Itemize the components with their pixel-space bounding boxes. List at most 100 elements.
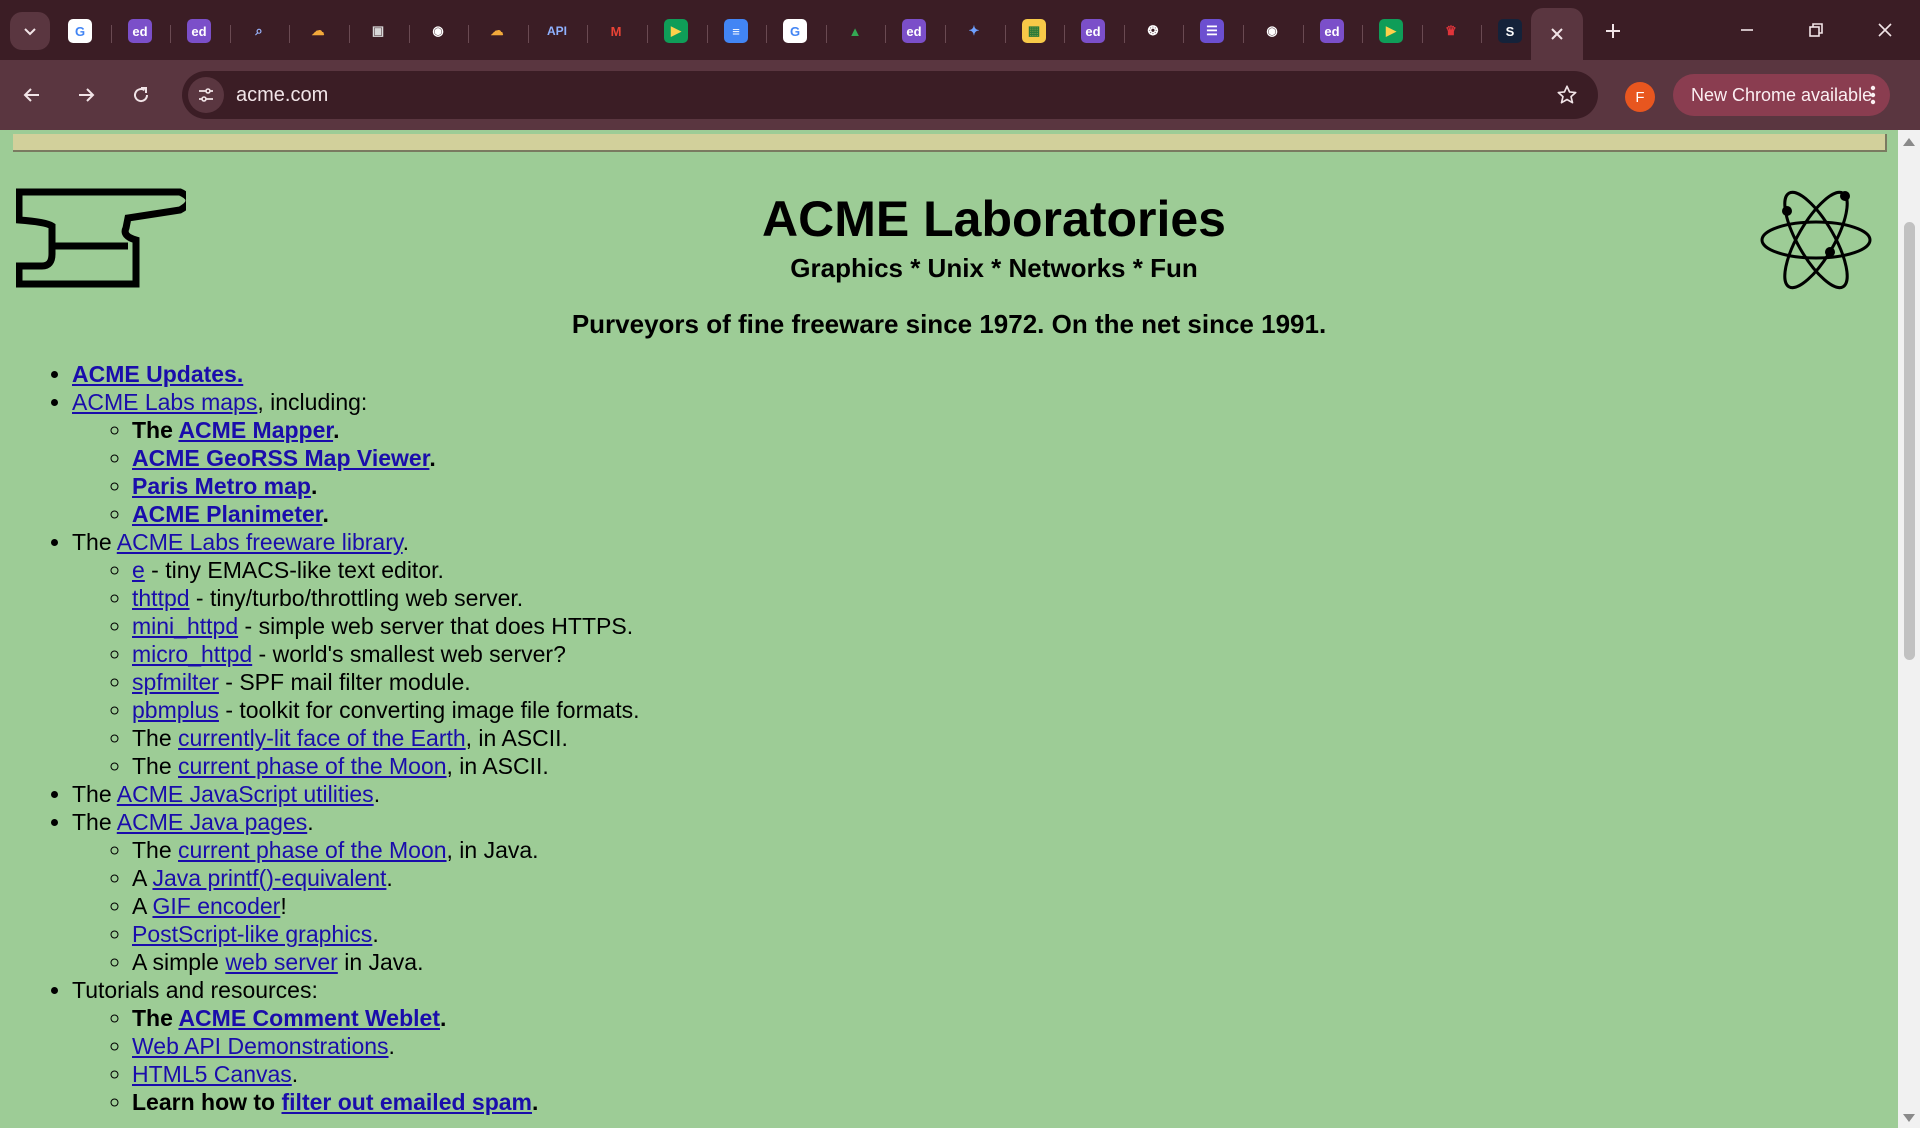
earth-prefix: The bbox=[132, 725, 179, 751]
address-bar[interactable]: acme.com bbox=[182, 71, 1598, 119]
browser-tab[interactable]: ed bbox=[124, 15, 156, 47]
browser-tab[interactable]: ▲ bbox=[839, 15, 871, 47]
moon-ascii-link[interactable]: current phase of the Moon bbox=[178, 753, 447, 779]
mini-httpd-link[interactable]: mini_httpd bbox=[132, 613, 238, 639]
browser-tab[interactable]: ≡ bbox=[720, 15, 752, 47]
moon-java-link[interactable]: current phase of the Moon bbox=[178, 837, 447, 863]
close-icon[interactable] bbox=[1549, 26, 1565, 42]
tab-separator bbox=[528, 25, 529, 43]
browser-tab[interactable]: ▣ bbox=[362, 15, 394, 47]
tab-separator bbox=[111, 25, 112, 43]
chrome-update-button[interactable]: New Chrome available bbox=[1673, 74, 1890, 116]
spam-filter-link[interactable]: filter out emailed spam bbox=[282, 1089, 533, 1115]
new-tab-button[interactable] bbox=[1596, 14, 1630, 48]
freeware-suffix: . bbox=[402, 529, 410, 555]
earth-suffix: , in ASCII. bbox=[465, 725, 568, 751]
scroll-down-arrow-icon[interactable] bbox=[1903, 1114, 1915, 1122]
s-icon: S bbox=[1498, 19, 1522, 43]
url-text[interactable]: acme.com bbox=[236, 84, 328, 107]
browser-tab[interactable]: ▶ bbox=[1375, 15, 1407, 47]
browser-tab[interactable]: ☁ bbox=[481, 15, 513, 47]
page-scrollbar[interactable] bbox=[1898, 130, 1920, 1128]
mapper-period: . bbox=[333, 417, 340, 443]
freeware-prefix: The bbox=[72, 529, 117, 555]
bookmark-button[interactable] bbox=[1552, 80, 1582, 110]
maps-link[interactable]: ACME Labs maps bbox=[72, 389, 257, 415]
window-close-button[interactable] bbox=[1862, 10, 1908, 50]
list-item: mini_httpd - simple web server that does… bbox=[132, 612, 640, 640]
reload-button[interactable] bbox=[121, 75, 161, 115]
list-item: thttpd - tiny/turbo/throttling web serve… bbox=[132, 584, 640, 612]
browser-tab[interactable]: ▦ bbox=[1018, 15, 1050, 47]
ed-icon: ed bbox=[187, 19, 211, 43]
earth-link[interactable]: currently-lit face of the Earth bbox=[178, 725, 466, 751]
browser-tab[interactable]: S bbox=[1494, 15, 1526, 47]
mapper-prefix: The bbox=[132, 417, 179, 443]
list-item: spfmilter - SPF mail filter module. bbox=[132, 668, 640, 696]
browser-tab[interactable]: ✦ bbox=[958, 15, 990, 47]
browser-tab[interactable]: G bbox=[64, 15, 96, 47]
web-api-link[interactable]: Web API Demonstrations bbox=[132, 1033, 389, 1059]
html5-canvas-link[interactable]: HTML5 Canvas bbox=[132, 1061, 292, 1087]
browser-tab[interactable]: ◉ bbox=[422, 15, 454, 47]
moon-prefix: The bbox=[132, 753, 179, 779]
micro-httpd-link[interactable]: micro_httpd bbox=[132, 641, 252, 667]
browser-tab[interactable]: ▶ bbox=[660, 15, 692, 47]
javascript-utilities-link[interactable]: ACME JavaScript utilities bbox=[117, 781, 374, 807]
spfmilter-link[interactable]: spfmilter bbox=[132, 669, 219, 695]
pbmplus-link[interactable]: pbmplus bbox=[132, 697, 219, 723]
web-server-link[interactable]: web server bbox=[225, 949, 337, 975]
browser-tab[interactable]: ☰ bbox=[1196, 15, 1228, 47]
terminal-icon: ▣ bbox=[371, 23, 385, 38]
browser-tab[interactable]: ♛ bbox=[1435, 15, 1467, 47]
maps-sublist: The ACME Mapper. ACME GeoRSS Map Viewer.… bbox=[72, 416, 640, 528]
thttpd-link[interactable]: thttpd bbox=[132, 585, 190, 611]
planimeter-period: . bbox=[322, 501, 329, 527]
page-subtitle: Graphics * Unix * Networks * Fun bbox=[790, 253, 1198, 283]
browser-tab[interactable]: ◉ bbox=[1256, 15, 1288, 47]
browser-tab[interactable]: ed bbox=[183, 15, 215, 47]
browser-tab[interactable]: ed bbox=[1316, 15, 1348, 47]
item-desc: - tiny/turbo/throttling web server. bbox=[189, 585, 524, 611]
postscript-graphics-link[interactable]: PostScript-like graphics bbox=[132, 921, 372, 947]
browser-tab[interactable]: ed bbox=[1077, 15, 1109, 47]
comment-weblet-link[interactable]: ACME Comment Weblet bbox=[178, 1005, 440, 1031]
back-button[interactable] bbox=[12, 75, 52, 115]
browser-tab[interactable]: API bbox=[541, 15, 573, 47]
gif-encoder-link[interactable]: GIF encoder bbox=[152, 893, 280, 919]
browser-tab[interactable]: ❂ bbox=[1137, 15, 1169, 47]
active-tab[interactable] bbox=[1531, 8, 1583, 60]
back-arrow-icon bbox=[23, 88, 39, 102]
java-pages-link[interactable]: ACME Java pages bbox=[117, 809, 307, 835]
e-link[interactable]: e bbox=[132, 557, 145, 583]
tab-separator bbox=[1005, 25, 1006, 43]
item-desc: - toolkit for converting image file form… bbox=[218, 697, 640, 723]
comment-suffix: . bbox=[439, 1005, 447, 1031]
list-item: The ACME Java pages. The current phase o… bbox=[72, 808, 640, 976]
forward-button[interactable] bbox=[66, 75, 106, 115]
scroll-thumb[interactable] bbox=[1904, 222, 1915, 660]
ed-icon: ed bbox=[902, 19, 926, 43]
paris-metro-link[interactable]: Paris Metro map bbox=[132, 473, 311, 499]
mapper-link[interactable]: ACME Mapper bbox=[178, 417, 333, 443]
updates-link[interactable]: ACME Updates. bbox=[72, 361, 243, 387]
planimeter-link[interactable]: ACME Planimeter bbox=[132, 501, 322, 527]
freeware-link[interactable]: ACME Labs freeware library bbox=[117, 529, 403, 555]
gmail-icon: M bbox=[610, 23, 622, 39]
scroll-up-arrow-icon[interactable] bbox=[1903, 138, 1915, 146]
profile-avatar[interactable]: F bbox=[1625, 82, 1655, 112]
georss-link[interactable]: ACME GeoRSS Map Viewer bbox=[132, 445, 429, 471]
restore-button[interactable] bbox=[1793, 10, 1839, 50]
printf-link[interactable]: Java printf()-equivalent bbox=[152, 865, 386, 891]
moon-suffix: , in ASCII. bbox=[446, 753, 549, 779]
browser-tab[interactable]: ☁ bbox=[302, 15, 334, 47]
browser-tab[interactable]: G bbox=[779, 15, 811, 47]
tab-search-button[interactable] bbox=[10, 12, 50, 50]
browser-tab[interactable]: M bbox=[600, 15, 632, 47]
minimize-button[interactable] bbox=[1724, 10, 1770, 50]
list-item: The ACME Comment Weblet. bbox=[132, 1004, 640, 1032]
browser-tab[interactable]: ed bbox=[898, 15, 930, 47]
site-info-button[interactable] bbox=[188, 77, 224, 113]
search-doc-icon: ⌕ bbox=[255, 23, 263, 38]
browser-tab[interactable]: ⌕ bbox=[243, 15, 275, 47]
